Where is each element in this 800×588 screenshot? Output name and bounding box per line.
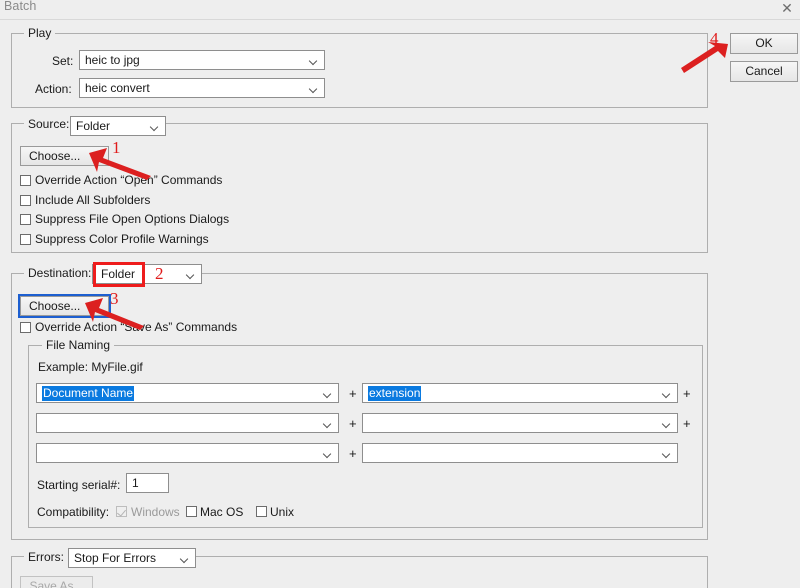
annotation-number-4: 4: [710, 29, 719, 48]
chevron-down-icon: [663, 421, 671, 426]
checkbox-label-override-open: Override Action “Open” Commands: [35, 173, 223, 187]
chevron-down-icon: [324, 421, 332, 426]
chevron-down-icon: [324, 451, 332, 456]
chevron-down-icon: [310, 86, 318, 91]
file-naming-plus-1-mid: +: [349, 386, 357, 401]
choose-destination-button[interactable]: Choose...: [20, 296, 109, 316]
chevron-down-icon: [151, 124, 159, 129]
file-naming-legend: File Naming: [42, 339, 115, 351]
file-naming-field-3-right[interactable]: [362, 443, 678, 463]
destination-label: Destination:: [24, 267, 96, 279]
checkbox-label-suppress-color-profile: Suppress Color Profile Warnings: [35, 232, 209, 246]
source-label: Source:: [24, 118, 74, 130]
checkbox-label-compat-unix: Unix: [270, 505, 295, 519]
checkbox-override-open[interactable]: [20, 175, 31, 186]
chevron-down-icon: [310, 58, 318, 63]
file-naming-value-1-right: extension: [368, 386, 422, 401]
chevron-down-icon: [663, 391, 671, 396]
action-label: Action:: [35, 82, 72, 96]
checkbox-label-compat-windows: Windows: [131, 505, 180, 519]
starting-serial-value: 1: [132, 476, 139, 490]
annotation-number-2: 2: [155, 264, 164, 283]
action-dropdown[interactable]: heic convert: [79, 78, 325, 98]
play-group-legend: Play: [24, 27, 56, 39]
starting-serial-label: Starting serial#:: [37, 478, 121, 492]
save-as-button[interactable]: Save As...: [20, 576, 93, 588]
file-naming-field-1-left[interactable]: Document Name: [36, 383, 339, 403]
destination-value: Folder: [101, 267, 136, 281]
cancel-button[interactable]: Cancel: [730, 61, 798, 82]
set-dropdown[interactable]: heic to jpg: [79, 50, 325, 70]
choose-source-button[interactable]: Choose...: [20, 146, 109, 166]
window-title: Batch: [4, 0, 37, 13]
checkbox-suppress-file-open[interactable]: [20, 214, 31, 225]
file-naming-field-2-left[interactable]: [36, 413, 339, 433]
set-label: Set:: [52, 54, 74, 68]
destination-dropdown[interactable]: Folder: [92, 264, 202, 284]
checkbox-label-override-save-as: Override Action “Save As” Commands: [35, 320, 238, 334]
file-naming-plus-2-mid: +: [349, 416, 357, 431]
titlebar-divider: [0, 19, 800, 20]
file-naming-value-1-left: Document Name: [42, 386, 135, 401]
checkbox-compat-windows: [116, 506, 127, 517]
checkbox-suppress-color-profile[interactable]: [20, 234, 31, 245]
checkbox-label-compat-macos: Mac OS: [200, 505, 244, 519]
chevron-down-icon: [181, 556, 189, 561]
errors-value: Stop For Errors: [74, 551, 157, 565]
file-naming-field-2-right[interactable]: [362, 413, 678, 433]
file-naming-plus-2-end: +: [683, 416, 691, 431]
checkbox-compat-unix[interactable]: [256, 506, 267, 517]
errors-label: Errors:: [24, 551, 68, 563]
chevron-down-icon: [324, 391, 332, 396]
starting-serial-input[interactable]: 1: [126, 473, 169, 493]
checkbox-compat-macos[interactable]: [186, 506, 197, 517]
compatibility-label: Compatibility:: [37, 505, 110, 519]
chevron-down-icon: [187, 272, 195, 277]
file-naming-field-1-right[interactable]: extension: [362, 383, 678, 403]
annotation-number-1: 1: [112, 138, 121, 157]
annotation-number-3: 3: [110, 289, 119, 308]
set-value: heic to jpg: [85, 53, 140, 67]
ok-button[interactable]: OK: [730, 33, 798, 54]
checkbox-include-subfolders[interactable]: [20, 195, 31, 206]
errors-dropdown[interactable]: Stop For Errors: [68, 548, 196, 568]
checkbox-override-save-as[interactable]: [20, 322, 31, 333]
checkbox-label-include-subfolders: Include All Subfolders: [35, 193, 151, 207]
source-dropdown[interactable]: Folder: [70, 116, 166, 136]
file-naming-plus-1-end: +: [683, 386, 691, 401]
close-icon[interactable]: ✕: [779, 0, 795, 16]
checkbox-label-suppress-file-open: Suppress File Open Options Dialogs: [35, 212, 230, 226]
source-value: Folder: [76, 119, 111, 133]
file-naming-plus-3-mid: +: [349, 446, 357, 461]
file-naming-field-3-left[interactable]: [36, 443, 339, 463]
file-naming-example: Example: MyFile.gif: [38, 360, 143, 374]
action-value: heic convert: [85, 81, 150, 95]
chevron-down-icon: [663, 451, 671, 456]
window-titlebar: Batch ✕: [0, 0, 800, 19]
